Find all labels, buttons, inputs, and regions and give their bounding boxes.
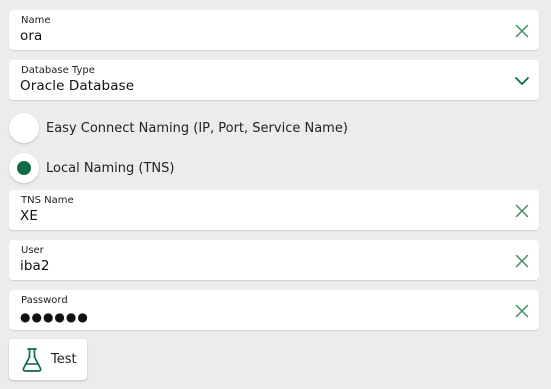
name-label: Name	[21, 15, 51, 26]
close-icon[interactable]	[515, 23, 529, 38]
test-button[interactable]: Test	[9, 339, 87, 380]
database-type-value[interactable]: Oracle Database	[20, 79, 134, 94]
user-field[interactable]: User iba2	[9, 240, 539, 280]
database-type-label: Database Type	[21, 65, 95, 76]
password-label: Password	[21, 295, 68, 306]
flask-icon	[21, 347, 43, 373]
close-icon[interactable]	[515, 303, 529, 318]
close-icon[interactable]	[515, 203, 529, 218]
radio-selected-dot	[17, 161, 31, 175]
name-value[interactable]: ora	[20, 29, 42, 44]
radio-button-selected[interactable]	[9, 153, 39, 183]
database-type-select[interactable]: Database Type Oracle Database	[9, 60, 539, 100]
test-button-label: Test	[51, 352, 77, 367]
password-field[interactable]: Password ●●●●●●	[9, 290, 539, 330]
user-label: User	[21, 245, 44, 256]
password-value[interactable]: ●●●●●●	[20, 311, 89, 323]
tns-name-field[interactable]: TNS Name XE	[9, 190, 539, 230]
close-icon[interactable]	[515, 253, 529, 268]
radio-easy-connect[interactable]: Easy Connect Naming (IP, Port, Service N…	[9, 112, 348, 144]
radio-local-naming-label: Local Naming (TNS)	[46, 160, 175, 176]
tns-name-label: TNS Name	[21, 195, 74, 206]
radio-local-naming[interactable]: Local Naming (TNS)	[9, 152, 174, 184]
radio-easy-connect-label: Easy Connect Naming (IP, Port, Service N…	[46, 120, 348, 136]
tns-name-value[interactable]: XE	[20, 209, 38, 224]
name-field[interactable]: Name ora	[9, 10, 539, 50]
chevron-down-icon[interactable]	[514, 73, 530, 87]
user-value[interactable]: iba2	[20, 259, 50, 274]
radio-button-unselected[interactable]	[9, 113, 39, 143]
